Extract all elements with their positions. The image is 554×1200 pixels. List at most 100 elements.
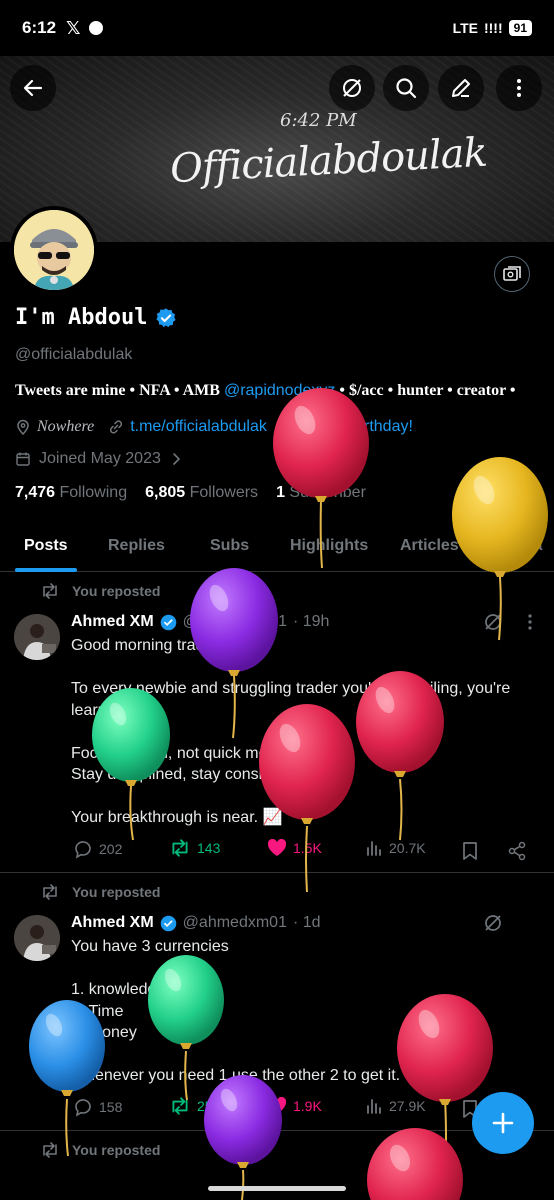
subscriber-label: Subscriber	[289, 484, 366, 501]
post-line: Focus on skill, not quick money.	[71, 744, 297, 762]
views-button[interactable]: 27.9K	[365, 1097, 426, 1115]
photo-icon	[503, 266, 521, 281]
author-photo	[14, 915, 60, 961]
post-time: · 19h	[292, 613, 330, 630]
profile-handle: @officialabdulak	[15, 346, 133, 363]
edit-button[interactable]	[438, 65, 484, 111]
post-line: Stay disciplined, stay consistent.	[71, 766, 302, 783]
profile-avatar[interactable]	[10, 206, 98, 294]
author-handle[interactable]: @ahmedxm01	[183, 613, 287, 631]
verified-badge-icon	[160, 915, 176, 931]
tab-subs[interactable]: Subs	[210, 537, 249, 555]
grok-icon	[343, 79, 361, 97]
avatar[interactable]	[14, 614, 60, 660]
reply-count: 158	[99, 1099, 123, 1115]
repost-icon	[43, 1142, 57, 1158]
followers-stat[interactable]: 6,805 Followers	[145, 484, 258, 502]
status-bar: 6:12 𝕏 LTE !!!! 91	[0, 0, 554, 56]
views-button[interactable]: 20.7K	[365, 839, 426, 857]
like-button[interactable]: 1.9K	[267, 1097, 322, 1115]
follow-stats: 7,476 Following 6,805 Followers 1 Subscr…	[15, 484, 366, 502]
tab-articles[interactable]: Articles	[400, 537, 459, 555]
reply-button[interactable]: 202	[73, 839, 122, 859]
subscriber-stat[interactable]: 1 Subscriber	[276, 484, 366, 502]
post-body: You have 3 currencies 1. knowledge 2. Ti…	[71, 936, 400, 1087]
plus-icon	[492, 1112, 514, 1134]
views-icon	[367, 841, 381, 856]
bio-mention-link[interactable]: @rapidnodexyz	[224, 382, 335, 399]
back-button[interactable]	[10, 65, 56, 111]
post-line: Whenever you need 1 use the other 2 to g…	[71, 1067, 401, 1084]
edit-icon	[452, 79, 470, 97]
like-button[interactable]: 1.5K	[267, 839, 322, 857]
banner-time: 6:42 PM	[280, 110, 357, 131]
post[interactable]: You reposted Ahmed XM @ahmedxm01 · 1d Yo…	[0, 873, 554, 1130]
photo-button[interactable]	[494, 256, 530, 292]
share-icon[interactable]	[507, 841, 527, 861]
post-line	[71, 1044, 400, 1066]
like-icon	[267, 839, 287, 856]
tab-highlights[interactable]: Highlights	[290, 537, 368, 555]
post-line: learning.	[71, 701, 133, 719]
verified-badge-icon[interactable]	[155, 307, 177, 329]
verified-badge-icon	[160, 614, 176, 630]
following-label: Following	[59, 484, 128, 501]
views-count: 27.9K	[389, 1098, 426, 1114]
tab-posts[interactable]: Posts	[24, 537, 68, 555]
post-body: Good morning traders ☀️ To every newbie …	[71, 635, 510, 829]
tab-media[interactable]: Media	[497, 537, 542, 555]
repost-button[interactable]: 143	[169, 839, 220, 857]
post-line: You have 3 currencies	[71, 938, 229, 955]
profile-tabs: Posts Replies Subs Highlights Articles M…	[0, 528, 554, 572]
x-logo-icon: 𝕏	[66, 17, 81, 38]
compose-post-button[interactable]	[472, 1092, 534, 1154]
grok-icon[interactable]	[483, 913, 503, 933]
reply-count: 202	[99, 841, 123, 857]
repost-icon	[172, 1097, 188, 1115]
balloon-icon	[282, 419, 294, 435]
post[interactable]: You reposted Ahmed XM @ahmedxm01 · 19h G…	[0, 572, 554, 872]
chevron-right-icon[interactable]	[169, 452, 183, 466]
post-line: To every newbie and struggling trader yo…	[71, 680, 511, 697]
author-name[interactable]: Ahmed XM	[71, 914, 154, 932]
more-vertical-icon	[517, 79, 521, 97]
like-icon	[267, 1097, 287, 1114]
signal-icon: !!!!	[483, 20, 503, 36]
profile-link[interactable]: t.me/officialabdulak	[130, 418, 267, 436]
home-indicator[interactable]	[208, 1186, 346, 1191]
bookmark-icon[interactable]	[462, 841, 478, 861]
battery-icon: 91	[508, 20, 532, 36]
views-count: 20.7K	[389, 840, 426, 856]
reply-button[interactable]: 158	[73, 1097, 122, 1117]
avatar[interactable]	[14, 915, 60, 961]
author-photo	[14, 614, 60, 660]
search-button[interactable]	[383, 65, 429, 111]
birthday-text: Happy birthday!	[300, 418, 413, 435]
notification-dot-icon	[88, 21, 103, 35]
post-line: 1. knowledge	[71, 981, 166, 998]
repost-indicator: You reposted	[40, 1142, 160, 1158]
display-name-text: I'm Abdoul	[15, 305, 148, 330]
tab-replies[interactable]: Replies	[108, 537, 165, 555]
post-actions: 202 143 1.5K 20.7K	[71, 839, 531, 863]
post-time: · 1d	[292, 914, 321, 931]
grok-button[interactable]	[329, 65, 375, 111]
repost-count: 259	[197, 1098, 221, 1114]
grok-icon[interactable]	[483, 612, 503, 632]
post-line: 3. Money	[71, 1024, 137, 1041]
banner-signature: Officialabdoulak	[169, 129, 488, 193]
following-count: 7,476	[15, 484, 56, 501]
post-line	[71, 958, 400, 980]
status-time: 6:12	[22, 18, 57, 37]
followers-label: Followers	[189, 484, 259, 501]
avatar-image	[14, 210, 94, 290]
post-header: Ahmed XM @ahmedxm01 · 1d	[71, 914, 321, 932]
more-vertical-icon[interactable]	[522, 612, 538, 632]
post-line: Good morning traders ☀️	[71, 637, 251, 654]
author-handle[interactable]: @ahmedxm01	[183, 914, 287, 932]
author-name[interactable]: Ahmed XM	[71, 613, 154, 631]
following-stat[interactable]: 7,476 Following	[15, 484, 127, 502]
more-options-button[interactable]	[496, 65, 542, 111]
repost-button[interactable]: 259	[169, 1097, 220, 1115]
post-actions: 158 259 1.9K 27.9K	[71, 1097, 531, 1121]
